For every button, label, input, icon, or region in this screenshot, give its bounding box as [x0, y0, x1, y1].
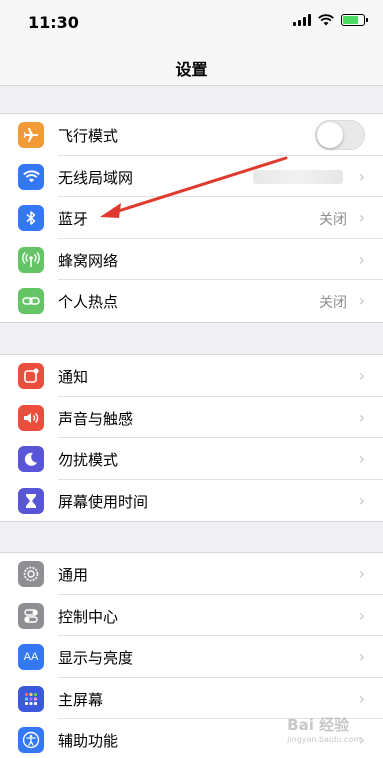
settings-row-label: 无线局域网 [58, 168, 134, 187]
hotspot-icon [18, 288, 44, 314]
settings-group-connectivity: 飞行模式 无线局域网 › 蓝牙 关闭 › 蜂窝网络 › 个人热点 关闭 › [0, 113, 383, 323]
chevron-right-icon: › [358, 208, 365, 227]
settings-row-airplane-mode[interactable]: 飞行模式 [0, 114, 383, 156]
settings-row-label: 勿扰模式 [58, 451, 119, 469]
chevron-right-icon: › [358, 166, 365, 186]
settings-row-do-not-disturb[interactable]: 勿扰模式 › [0, 438, 383, 480]
chevron-right-icon: › [358, 605, 365, 625]
chevron-right-icon: › [358, 490, 365, 510]
status-icons [293, 14, 368, 26]
watermark: Bai 经验 jingyan.baidu.com [287, 714, 361, 744]
wifi-network-name-blurred [253, 169, 343, 184]
settings-row-control-center[interactable]: 控制中心 › [0, 595, 383, 636]
watermark-text: Bai 经验 [287, 716, 350, 734]
settings-row-label: 辅助功能 [58, 732, 119, 750]
airplane-icon [18, 122, 44, 148]
battery-level [343, 16, 359, 24]
accessibility-icon [18, 727, 44, 753]
settings-row-notifications[interactable]: 通知 › [0, 355, 383, 397]
settings-row-label: 控制中心 [58, 607, 119, 626]
settings-row-value: 关闭 [319, 295, 347, 311]
bluetooth-icon [18, 205, 44, 231]
settings-row-label: 个人热点 [58, 293, 119, 311]
cellular-signal-icon [293, 14, 311, 26]
chevron-right-icon: › [358, 564, 365, 583]
settings-row-label: 飞行模式 [58, 127, 119, 145]
settings-row-label: 主屏幕 [58, 690, 104, 709]
notifications-icon [18, 363, 44, 389]
settings-row-label: 蓝牙 [58, 210, 89, 228]
home-screen-icon [18, 685, 44, 712]
settings-row-label: 通知 [58, 368, 89, 386]
status-bar: 11:30 [0, 0, 383, 44]
chevron-right-icon: › [358, 647, 365, 666]
switches-icon [18, 602, 44, 629]
chevron-right-icon: › [358, 366, 365, 385]
chevron-right-icon: › [358, 407, 365, 427]
chevron-right-icon: › [358, 688, 365, 708]
settings-row-cellular[interactable]: 蜂窝网络 › [0, 239, 383, 280]
watermark-sub: jingyan.baidu.com [287, 735, 361, 744]
wifi-status-icon [318, 14, 334, 26]
chevron-right-icon: › [358, 449, 365, 468]
gear-icon [18, 561, 44, 587]
display-icon: AA [18, 644, 44, 670]
hourglass-icon [18, 487, 44, 514]
settings-row-display-brightness[interactable]: AA 显示与亮度 › [0, 636, 383, 678]
airplane-mode-toggle[interactable] [315, 120, 365, 150]
wifi-icon [18, 163, 44, 190]
settings-row-home-screen[interactable]: 主屏幕 › [0, 678, 383, 719]
moon-icon [18, 446, 44, 472]
cellular-icon [18, 246, 44, 273]
chevron-right-icon: › [358, 291, 365, 310]
status-time: 11:30 [28, 13, 79, 32]
settings-row-wifi[interactable]: 无线局域网 › [0, 156, 383, 197]
settings-row-label: 通用 [58, 566, 89, 584]
chevron-right-icon: › [358, 249, 365, 269]
toggle-knob [317, 122, 343, 148]
settings-row-label: 声音与触感 [58, 409, 134, 428]
settings-group-notifications: 通知 › 声音与触感 › 勿扰模式 › 屏幕使用时间 › [0, 354, 383, 522]
settings-row-personal-hotspot[interactable]: 个人热点 关闭 › [0, 280, 383, 322]
settings-row-bluetooth[interactable]: 蓝牙 关闭 › [0, 197, 383, 239]
settings-row-general[interactable]: 通用 › [0, 553, 383, 595]
settings-row-value: 关闭 [319, 212, 347, 228]
settings-row-label: 显示与亮度 [58, 649, 134, 667]
battery-icon [341, 14, 368, 26]
sound-icon [18, 404, 44, 431]
settings-row-screen-time[interactable]: 屏幕使用时间 › [0, 480, 383, 522]
navigation-bar: 设置 [0, 44, 383, 86]
settings-row-label: 屏幕使用时间 [58, 492, 149, 511]
settings-row-sounds[interactable]: 声音与触感 › [0, 397, 383, 438]
settings-row-label: 蜂窝网络 [58, 251, 119, 270]
page-title: 设置 [175, 60, 208, 79]
